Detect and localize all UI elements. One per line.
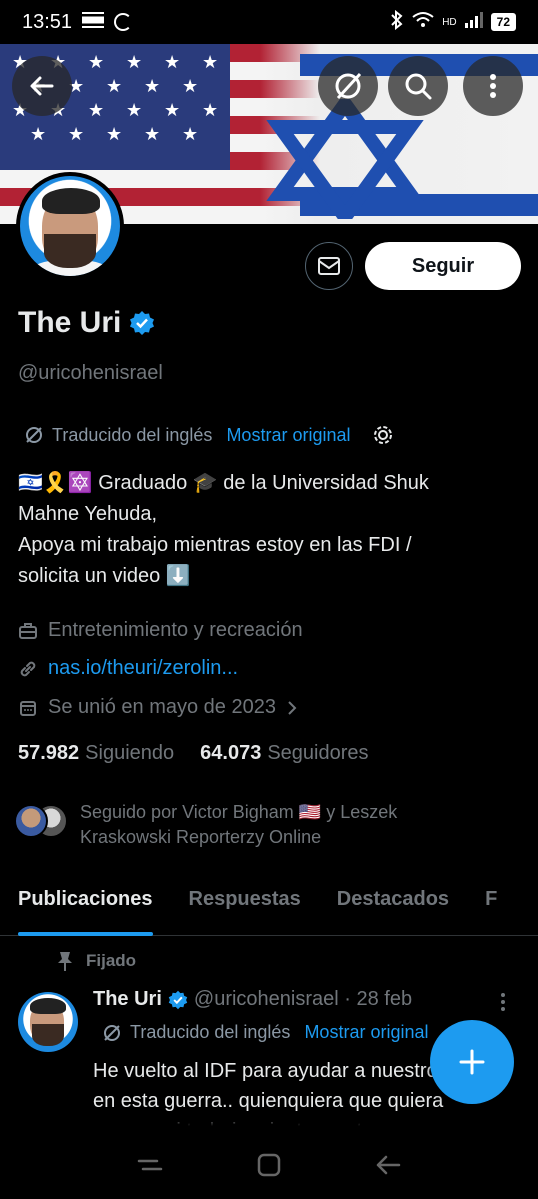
joined-date: Se unió en mayo de 2023: [48, 696, 276, 718]
joined-row[interactable]: Se unió en mayo de 2023: [18, 696, 298, 719]
flag-icon: [82, 11, 105, 34]
pinned-label: Fijado: [86, 951, 137, 970]
link-row: nas.io/theuri/zerolin...: [18, 657, 238, 680]
followed-by-row[interactable]: Seguido por Victor Bigham 🇺🇸 y Leszek Kr…: [14, 800, 480, 850]
category-row: Entretenimiento y recreación: [18, 619, 303, 642]
tab-destacados[interactable]: Destacados: [319, 876, 467, 936]
verified-badge-icon: [168, 990, 188, 1009]
envelope-icon: [318, 257, 340, 275]
compose-button[interactable]: [430, 1020, 514, 1104]
follow-stats: 57.982 Siguiendo 64.073 Seguidores: [18, 742, 369, 765]
followers-stat[interactable]: 64.073 Seguidores: [200, 742, 368, 765]
tweet-avatar[interactable]: [18, 992, 78, 1052]
tab-truncated[interactable]: F: [467, 876, 515, 936]
plus-icon: [459, 1049, 485, 1075]
network-type: HD: [442, 16, 457, 28]
pin-icon: [58, 952, 72, 971]
tweet-header: The Uri @uricohenisrael · 28 feb: [93, 988, 412, 1011]
profile-name: The Uri: [18, 306, 122, 339]
translate-off-icon: [26, 427, 42, 443]
profile-handle: @uricohenisrael: [18, 362, 163, 384]
briefcase-icon: [19, 622, 37, 639]
loading-icon: [114, 13, 133, 31]
followed-by-avatars: [14, 800, 70, 840]
arrow-left-icon: [30, 76, 54, 96]
search-icon: [405, 73, 432, 100]
followers-count: 64.073: [200, 742, 262, 764]
translate-off-icon: [104, 1024, 120, 1041]
translate-off-icon: [335, 72, 362, 100]
message-button[interactable]: [305, 242, 353, 290]
chevron-right-icon: [288, 700, 297, 715]
bio-line: 🇮🇱🎗️🔯 Graduado 🎓 de la Universidad Shuk: [18, 472, 429, 494]
wifi-icon: [412, 11, 434, 33]
tweet-more-button[interactable]: [500, 992, 506, 1017]
more-vertical-icon: [501, 993, 505, 1011]
gear-icon[interactable]: [372, 424, 394, 446]
translate-toggle-button[interactable]: [318, 56, 378, 116]
recent-apps-icon[interactable]: [135, 1153, 165, 1177]
pinned-indicator: Fijado: [56, 950, 136, 972]
more-options-button[interactable]: [463, 56, 523, 116]
followed-by-text: Seguido por Victor Bigham 🇺🇸 y Leszek Kr…: [80, 802, 398, 847]
system-nav-bar: [0, 1130, 538, 1199]
more-vertical-icon: [490, 74, 496, 98]
back-nav-icon[interactable]: [373, 1153, 403, 1177]
tweet-translation-row: Traducido del inglés Mostrar original: [102, 1022, 452, 1043]
link-icon: [20, 661, 36, 676]
signal-icon: [464, 12, 483, 32]
following-count: 57.982: [18, 742, 80, 764]
profile-tabs: Publicaciones Respuestas Destacados F: [0, 876, 538, 936]
translated-label: Traducido del inglés: [52, 424, 213, 445]
avatar: [14, 804, 48, 838]
following-label: Siguiendo: [85, 742, 175, 764]
tweet-translated-label: Traducido del inglés: [130, 1022, 291, 1042]
bio-translation-row: Traducido del inglés Mostrar original: [24, 424, 394, 446]
tab-respuestas[interactable]: Respuestas: [171, 876, 319, 936]
profile-bio: 🇮🇱🎗️🔯 Graduado 🎓 de la Universidad Shuk …: [18, 468, 518, 592]
verified-badge-icon: [130, 311, 155, 335]
bio-line: Mahne Yehuda,: [18, 503, 158, 525]
tweet-author-name[interactable]: The Uri: [93, 988, 162, 1011]
following-stat[interactable]: 57.982 Siguiendo: [18, 742, 174, 765]
bluetooth-icon: [390, 9, 404, 34]
avatar-image: [20, 176, 120, 276]
status-time: 13:51: [22, 10, 73, 33]
bio-line: Apoya mi trabajo mientras estoy en las F…: [18, 534, 412, 556]
profile-name-row: The Uri: [18, 306, 155, 340]
battery-indicator: 72: [490, 13, 516, 31]
tab-publicaciones[interactable]: Publicaciones: [0, 876, 171, 936]
calendar-icon: [20, 700, 36, 716]
back-button[interactable]: [12, 56, 72, 116]
followers-label: Seguidores: [267, 742, 369, 764]
status-bar: 13:51 HD 72: [0, 0, 538, 44]
tweet-handle-date: @uricohenisrael · 28 feb: [193, 988, 413, 1010]
tweet-show-original-link[interactable]: Mostrar original: [304, 1022, 428, 1043]
profile-avatar[interactable]: [16, 172, 124, 280]
home-icon[interactable]: [256, 1152, 282, 1178]
show-original-link[interactable]: Mostrar original: [226, 425, 350, 446]
bio-line: solicita un video ⬇️: [18, 565, 191, 587]
search-button[interactable]: [388, 56, 448, 116]
follow-button[interactable]: Seguir: [365, 242, 521, 290]
star-of-david-icon: [266, 99, 424, 219]
profile-category: Entretenimiento y recreación: [48, 619, 303, 641]
profile-website-link[interactable]: nas.io/theuri/zerolin...: [48, 657, 238, 680]
